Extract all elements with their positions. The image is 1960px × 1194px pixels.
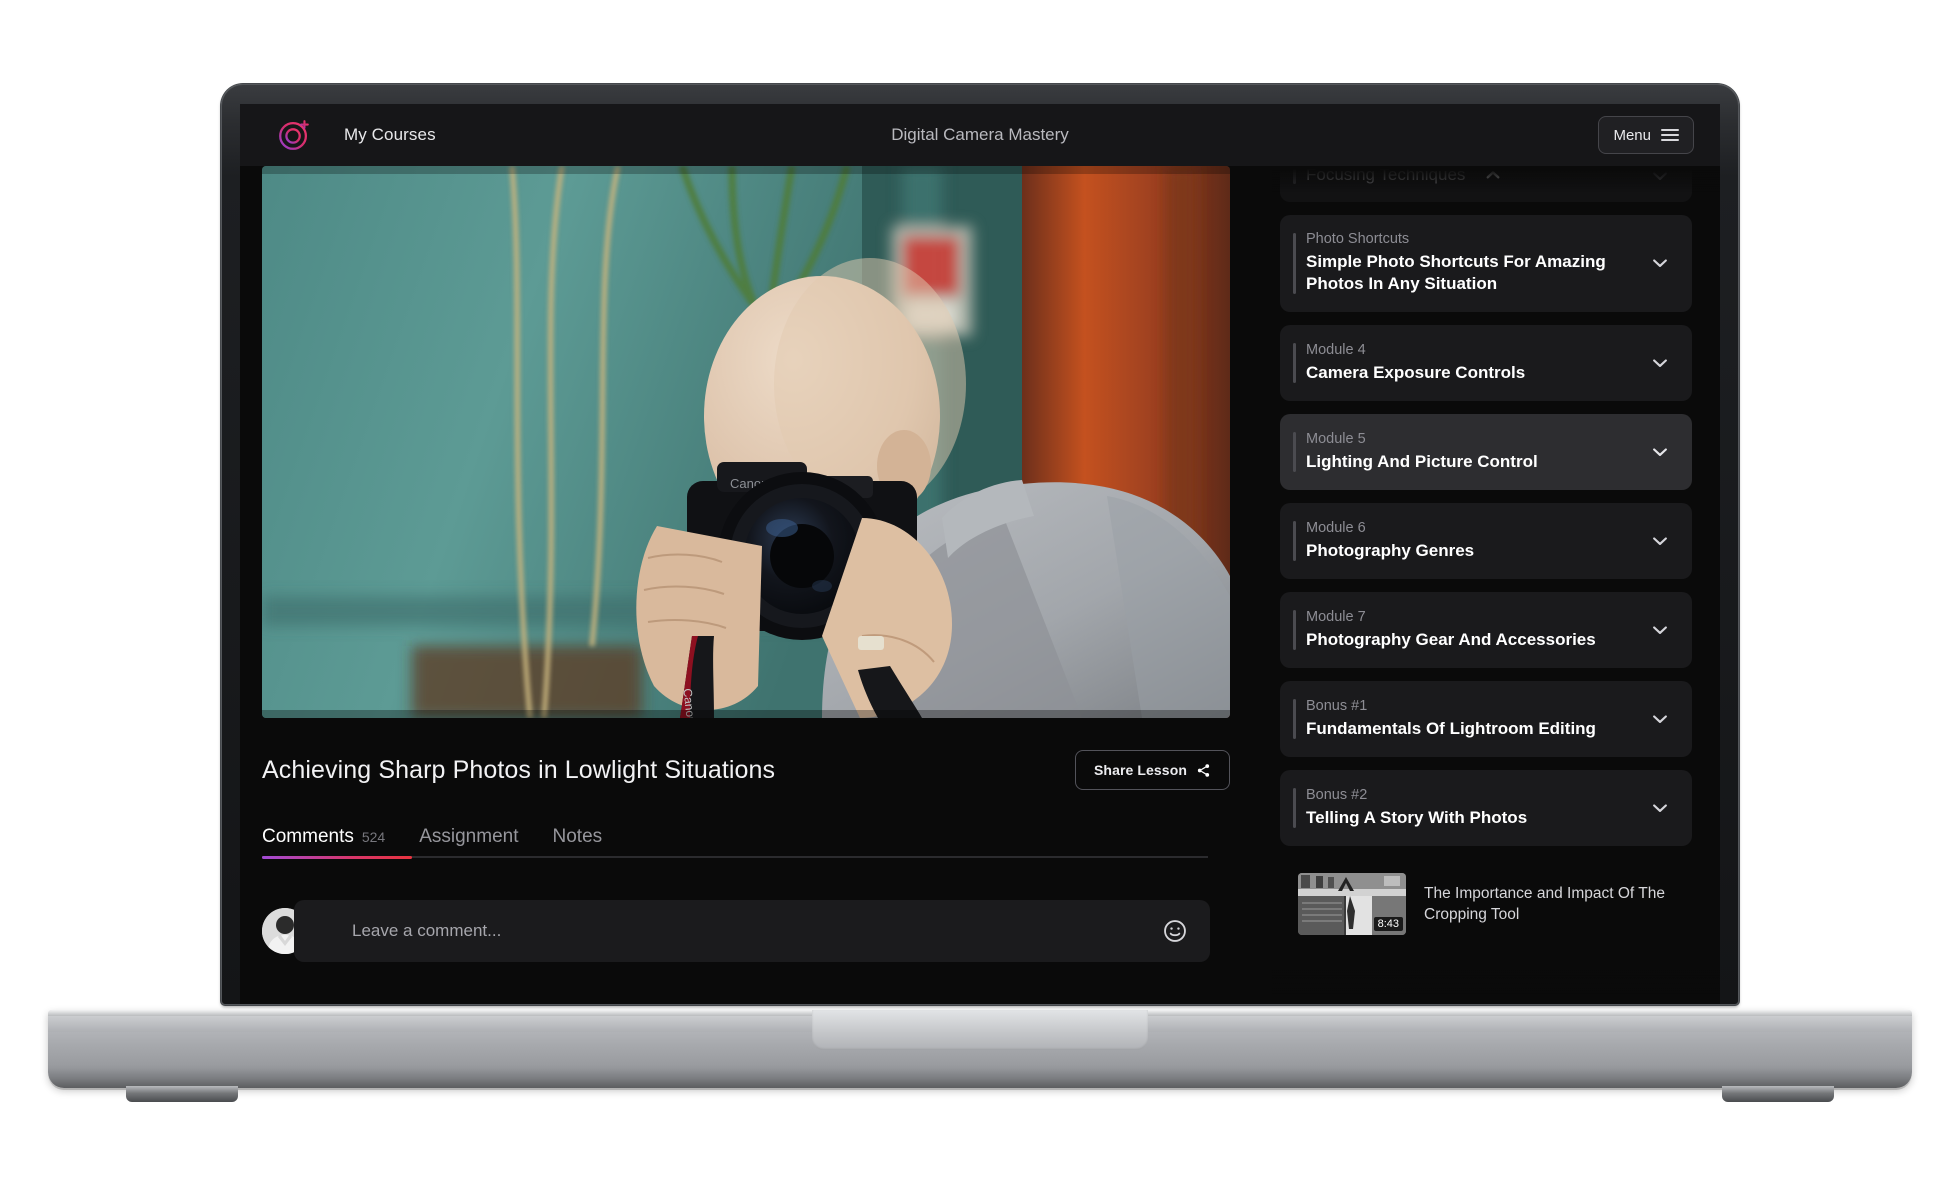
tab-comments[interactable]: Comments 524 [262,826,385,858]
module-title: Lighting And Picture Control [1306,451,1538,471]
module-item-photo-shortcuts[interactable]: Photo Shortcuts Simple Photo Shortcuts F… [1280,215,1692,312]
tab-comments-label: Comments [262,826,354,847]
module-accent-bar [1293,431,1296,472]
module-item-photography-gear-and-accessories[interactable]: Module 7 Photography Gear And Accessorie… [1280,591,1692,668]
laptop-open-notch [812,1010,1148,1050]
course-modules-sidebar[interactable]: Focusing Techniques Photo Shortcuts Simp… [1272,166,1720,1004]
share-lesson-button[interactable]: Share Lesson [1074,750,1230,790]
laptop-foot-left [126,1086,238,1102]
lesson-title: Achieving Sharp Photos in Lowlight Situa… [262,755,776,784]
module-item-camera-exposure-controls[interactable]: Module 4 Camera Exposure Controls [1280,324,1692,401]
module-kicker: Module 5 [1306,430,1366,447]
module-kicker: Module 6 [1306,519,1366,536]
module-kicker: Bonus #1 [1306,697,1368,714]
lesson-item-title: The Importance and Impact Of The Croppin… [1424,884,1665,923]
comment-input-wrapper[interactable]: Leave a comment... [294,900,1210,962]
share-icon [1197,763,1210,777]
tab-assignment-label: Assignment [419,826,519,847]
tab-assignment[interactable]: Assignment [419,826,518,858]
module-item-lighting-and-picture-control[interactable]: Module 5 Lighting And Picture Control [1280,413,1692,490]
laptop-screen: My Courses Digital Camera Mastery Menu C… [240,104,1720,1004]
lesson-main-column: Canon Canon Achieving Sharp Photos in Lo… [262,166,1252,1004]
module-accent-bar [1293,520,1296,561]
module-kicker: Photo Shortcuts [1306,231,1410,247]
page-title: Digital Camera Mastery [891,125,1069,144]
module-accent-bar [1293,233,1296,294]
lesson-header-row: Achieving Sharp Photos in Lowlight Situa… [262,750,1252,790]
tab-notes[interactable]: Notes [553,826,603,858]
module-item-focusing-techniques[interactable]: Focusing Techniques [1280,166,1692,202]
chevron-down-icon[interactable] [1650,442,1670,462]
module-title: Photography Genres [1306,540,1475,560]
module-item-telling-a-story-with-photos[interactable]: Bonus #2 Telling A Story With Photos [1280,769,1692,846]
module-accent-bar [1293,609,1296,650]
modules-scroll-area[interactable]: Focusing Techniques Photo Shortcuts Simp… [1280,166,1692,1004]
content-tabs: Comments 524 Assignment Notes [262,818,1252,858]
hamburger-icon [1661,129,1679,141]
module-title: Telling A Story With Photos [1306,807,1528,827]
module-accent-bar [1293,698,1296,739]
comment-composer: Leave a comment... [262,900,1252,962]
chevron-down-icon[interactable] [1650,709,1670,729]
lesson-video-player[interactable]: Canon Canon [262,166,1230,718]
menu-button-label: Menu [1613,126,1651,144]
nav-link-my-courses[interactable]: My Courses [344,125,436,145]
module-title: Photography Gear And Accessories [1306,629,1596,649]
chevron-down-icon[interactable] [1650,353,1670,373]
module-title: Focusing Techniques [1306,166,1466,184]
module-title: Fundamentals Of Lightroom Editing [1306,718,1596,738]
smiley-face-icon[interactable] [1162,918,1188,944]
module-title: Camera Exposure Controls [1306,362,1526,382]
course-app: My Courses Digital Camera Mastery Menu C… [240,104,1720,1004]
laptop-base-shadow [48,1068,1912,1090]
module-item-fundamentals-of-lightroom-editing[interactable]: Bonus #1 Fundamentals Of Lightroom Editi… [1280,680,1692,757]
module-title: Simple Photo Shortcuts For Amazing Photo… [1306,252,1606,294]
module-kicker: Module 4 [1306,341,1366,358]
module-item-photography-genres[interactable]: Module 6 Photography Genres [1280,502,1692,579]
active-tab-underline [262,856,412,859]
list-item[interactable]: 8:43 The Importance and Impact Of The Cr… [1280,859,1692,949]
chevron-down-icon[interactable] [1650,253,1670,273]
menu-button[interactable]: Menu [1598,116,1694,154]
spark-circle-logo-icon[interactable] [274,115,314,155]
lesson-duration: 8:43 [1373,916,1403,931]
tab-notes-label: Notes [552,826,603,847]
module-accent-bar [1293,168,1296,184]
chevron-down-icon[interactable] [1650,531,1670,551]
laptop-foot-right [1722,1086,1834,1102]
module-kicker: Bonus #2 [1306,786,1368,803]
chevron-down-icon[interactable] [1650,620,1670,640]
comments-count-badge: 524 [361,829,386,845]
module-accent-bar [1293,342,1296,383]
comment-input-placeholder: Leave a comment... [352,921,502,940]
tabs-divider [262,856,1208,859]
top-navigation-bar: My Courses Digital Camera Mastery Menu [240,104,1720,166]
module-accent-bar [1293,787,1296,828]
lesson-thumbnail: 8:43 [1298,872,1406,935]
chevron-down-icon[interactable] [1650,798,1670,818]
laptop-mockup: My Courses Digital Camera Mastery Menu C… [0,0,1960,1194]
chevron-up-icon[interactable] [1484,166,1502,184]
share-lesson-label: Share Lesson [1093,762,1187,778]
module-kicker: Module 7 [1306,608,1366,625]
chevron-down-icon[interactable] [1650,166,1670,186]
